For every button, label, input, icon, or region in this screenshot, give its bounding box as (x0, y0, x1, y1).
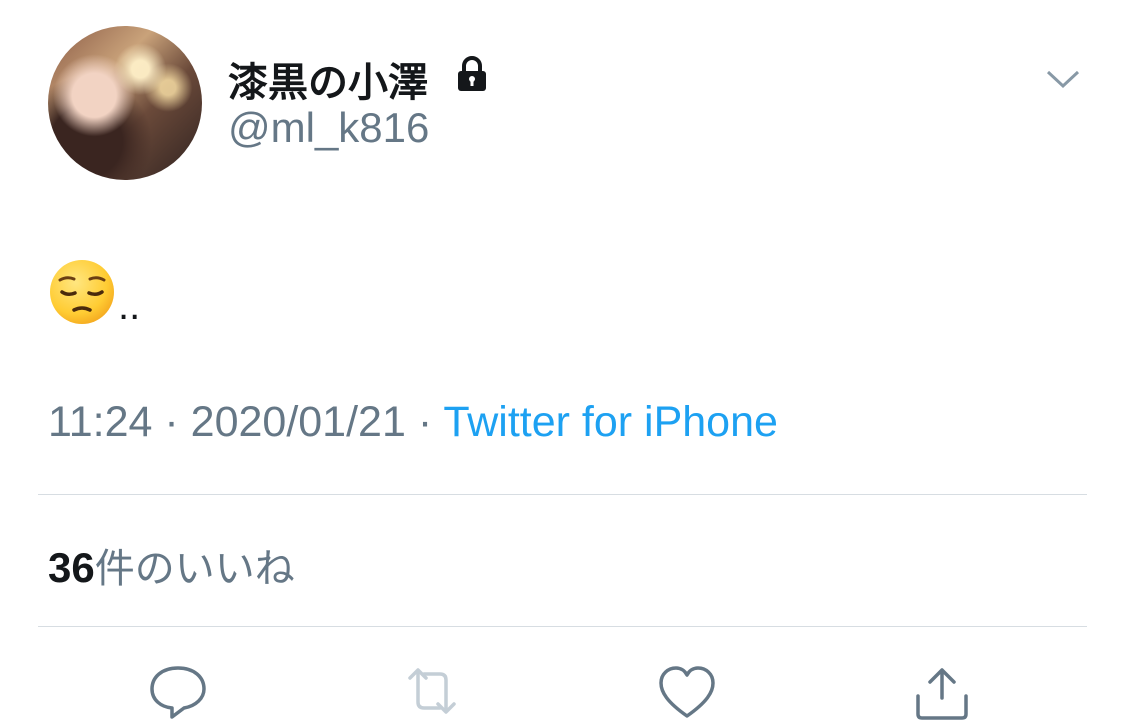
tweet-text: .. (48, 258, 140, 326)
tweet-source-link[interactable]: Twitter for iPhone (443, 398, 778, 446)
tweet-meta: 11:24 · 2020/01/21 · Twitter for iPhone (48, 398, 778, 447)
reply-icon[interactable] (146, 662, 210, 722)
meta-separator: · (164, 398, 179, 446)
chevron-down-icon[interactable] (1046, 68, 1080, 92)
avatar[interactable] (48, 26, 202, 180)
likes-label: 件のいいね (94, 546, 295, 592)
likes-stat[interactable]: 36件のいいね (48, 536, 295, 594)
user-handle[interactable]: @ml_k816 (228, 104, 429, 152)
retweet-icon[interactable] (400, 662, 464, 722)
lock-icon (458, 56, 486, 91)
tweet-time: 11:24 (48, 398, 153, 446)
divider (38, 494, 1087, 495)
likes-count: 36 (48, 544, 95, 591)
share-icon[interactable] (910, 662, 974, 722)
tweet-date: 2020/01/21 (190, 398, 406, 446)
heart-icon[interactable] (655, 662, 719, 722)
divider (38, 626, 1087, 627)
meta-separator: · (417, 398, 433, 446)
tweet-text-suffix: .. (118, 284, 141, 328)
pensive-face-emoji (50, 260, 114, 324)
display-name[interactable]: 漆黒の小澤 (228, 50, 428, 108)
